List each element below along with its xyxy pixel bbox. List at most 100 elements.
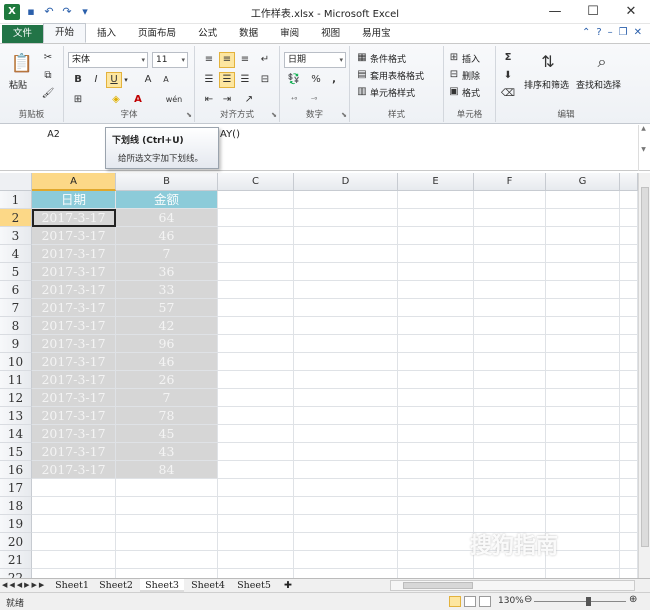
- empty-cell[interactable]: [474, 209, 546, 227]
- sheet-tab-1[interactable]: Sheet1: [52, 579, 92, 592]
- table-cell[interactable]: 2017-3-17: [32, 317, 116, 335]
- table-cell[interactable]: 2017-3-17: [32, 263, 116, 281]
- empty-cell[interactable]: [32, 497, 116, 515]
- empty-cell[interactable]: [218, 209, 294, 227]
- table-cell[interactable]: 2017-3-17: [32, 335, 116, 353]
- empty-cell[interactable]: [218, 569, 294, 578]
- empty-cell[interactable]: [294, 281, 398, 299]
- empty-cell[interactable]: [546, 371, 620, 389]
- empty-cell[interactable]: [398, 443, 474, 461]
- empty-cell[interactable]: [546, 461, 620, 479]
- empty-cell[interactable]: [294, 533, 398, 551]
- table-cell[interactable]: 2017-3-17: [32, 209, 116, 227]
- empty-cell[interactable]: [294, 227, 398, 245]
- fill-icon[interactable]: ⬇: [500, 68, 516, 84]
- empty-cell[interactable]: [398, 425, 474, 443]
- empty-cell[interactable]: [294, 371, 398, 389]
- table-cell[interactable]: 64: [116, 209, 218, 227]
- table-cell[interactable]: 2017-3-17: [32, 389, 116, 407]
- table-cell[interactable]: 42: [116, 317, 218, 335]
- empty-cell[interactable]: [546, 317, 620, 335]
- empty-cell[interactable]: [620, 389, 638, 407]
- empty-cell[interactable]: [294, 443, 398, 461]
- empty-cell[interactable]: [398, 353, 474, 371]
- empty-cell[interactable]: [294, 263, 398, 281]
- row-header[interactable]: 8: [0, 317, 32, 335]
- table-cell[interactable]: 78: [116, 407, 218, 425]
- row-header[interactable]: 12: [0, 389, 32, 407]
- empty-cell[interactable]: [218, 281, 294, 299]
- table-cell[interactable]: 2017-3-17: [32, 425, 116, 443]
- window-restore-icon[interactable]: ❐: [619, 27, 628, 38]
- fill-color-icon[interactable]: ◈: [108, 92, 124, 108]
- empty-cell[interactable]: [398, 227, 474, 245]
- row-header[interactable]: 9: [0, 335, 32, 353]
- empty-cell[interactable]: [398, 299, 474, 317]
- empty-cell[interactable]: [398, 569, 474, 578]
- sheet-tab-2[interactable]: Sheet2: [96, 579, 136, 592]
- select-all-corner[interactable]: [0, 173, 32, 191]
- row-header[interactable]: 13: [0, 407, 32, 425]
- empty-cell[interactable]: [218, 497, 294, 515]
- tab-review[interactable]: 审阅: [269, 25, 310, 43]
- column-header[interactable]: D: [294, 173, 398, 191]
- window-close-icon[interactable]: ✕: [634, 27, 642, 38]
- empty-cell[interactable]: [546, 245, 620, 263]
- empty-cell[interactable]: [294, 569, 398, 578]
- column-header[interactable]: G: [546, 173, 620, 191]
- row-header[interactable]: 3: [0, 227, 32, 245]
- empty-cell[interactable]: [474, 335, 546, 353]
- empty-cell[interactable]: [218, 515, 294, 533]
- empty-cell[interactable]: [546, 569, 620, 578]
- empty-cell[interactable]: [294, 335, 398, 353]
- tab-formulas[interactable]: 公式: [187, 25, 228, 43]
- row-header[interactable]: 11: [0, 371, 32, 389]
- empty-cell[interactable]: [474, 407, 546, 425]
- zoom-level[interactable]: 130%: [498, 596, 524, 606]
- empty-cell[interactable]: [620, 335, 638, 353]
- empty-cell[interactable]: [398, 335, 474, 353]
- empty-cell[interactable]: [294, 551, 398, 569]
- empty-cell[interactable]: [398, 317, 474, 335]
- font-size-combo[interactable]: 11 ▾: [152, 52, 188, 68]
- tab-insert[interactable]: 插入: [86, 25, 127, 43]
- empty-cell[interactable]: [294, 497, 398, 515]
- table-cell[interactable]: 2017-3-17: [32, 353, 116, 371]
- empty-cell[interactable]: [546, 299, 620, 317]
- italic-button[interactable]: I: [88, 72, 104, 88]
- align-middle-icon[interactable]: ≡: [219, 52, 235, 68]
- empty-cell[interactable]: [218, 353, 294, 371]
- empty-cell[interactable]: [546, 263, 620, 281]
- empty-cell[interactable]: [620, 371, 638, 389]
- row-header[interactable]: 7: [0, 299, 32, 317]
- table-header-cell[interactable]: 日期: [32, 191, 116, 209]
- currency-icon[interactable]: 💱: [286, 72, 302, 88]
- table-cell[interactable]: 2017-3-17: [32, 461, 116, 479]
- empty-cell[interactable]: [218, 461, 294, 479]
- empty-cell[interactable]: [398, 191, 474, 209]
- empty-cell[interactable]: [398, 263, 474, 281]
- empty-cell[interactable]: [294, 299, 398, 317]
- column-header[interactable]: B: [116, 173, 218, 191]
- align-bottom-icon[interactable]: ≡: [237, 52, 253, 68]
- table-cell[interactable]: 33: [116, 281, 218, 299]
- zoom-slider[interactable]: [534, 597, 626, 606]
- empty-cell[interactable]: [116, 479, 218, 497]
- empty-cell[interactable]: [398, 281, 474, 299]
- merge-center-icon[interactable]: ⊟: [257, 72, 273, 88]
- table-header-cell[interactable]: 金额: [116, 191, 218, 209]
- empty-cell[interactable]: [620, 299, 638, 317]
- column-header[interactable]: C: [218, 173, 294, 191]
- table-cell[interactable]: 43: [116, 443, 218, 461]
- minimize-button[interactable]: —: [536, 0, 574, 24]
- empty-cell[interactable]: [620, 551, 638, 569]
- empty-cell[interactable]: [474, 569, 546, 578]
- table-cell[interactable]: 2017-3-17: [32, 371, 116, 389]
- empty-cell[interactable]: [32, 479, 116, 497]
- empty-cell[interactable]: [116, 569, 218, 578]
- table-cell[interactable]: 2017-3-17: [32, 245, 116, 263]
- tab-view[interactable]: 视图: [310, 25, 351, 43]
- empty-cell[interactable]: [218, 407, 294, 425]
- shrink-font-button[interactable]: A: [158, 72, 174, 88]
- underline-button[interactable]: U: [106, 72, 122, 88]
